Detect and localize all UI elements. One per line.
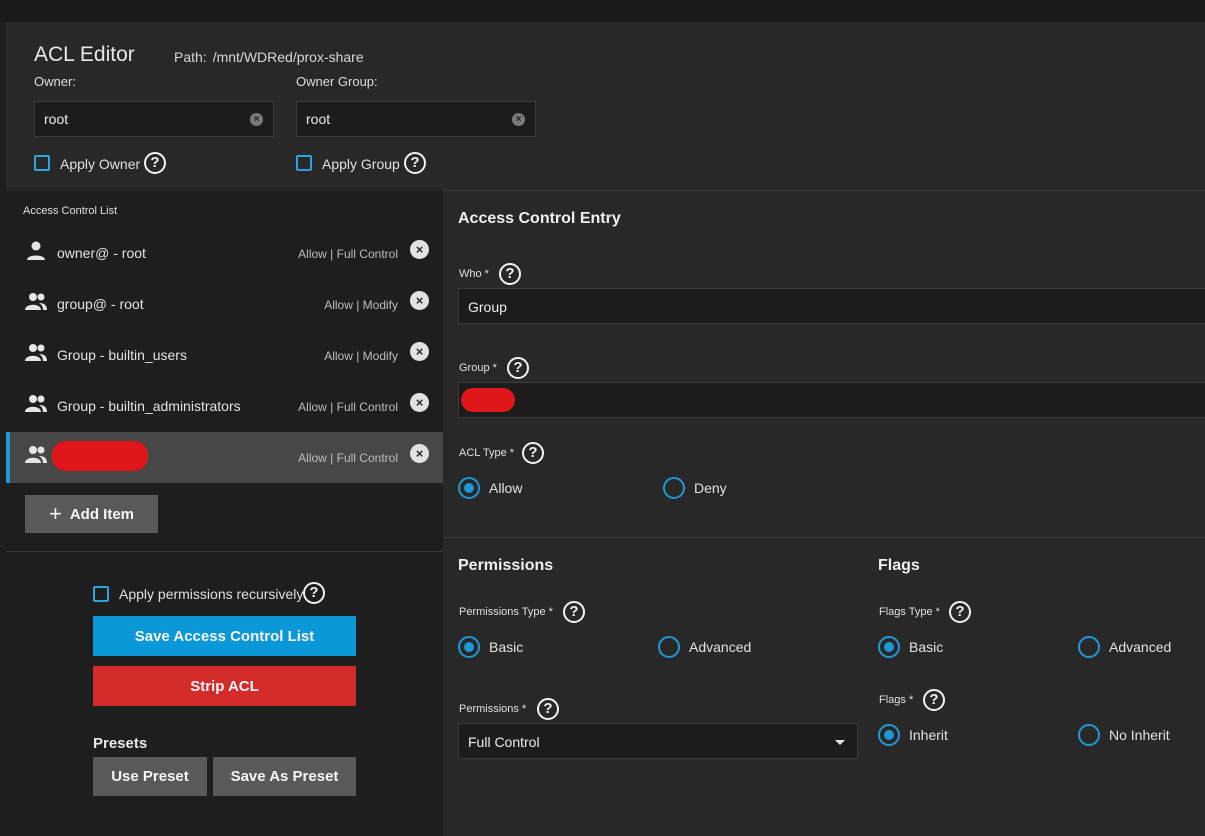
group-icon: [25, 293, 47, 310]
no-inherit-radio[interactable]: [1078, 724, 1100, 746]
owner-label: Owner:: [34, 74, 76, 89]
flags-basic-radio[interactable]: [878, 636, 900, 658]
remove-item-icon[interactable]: ×: [410, 444, 429, 463]
who-help-icon[interactable]: ?: [499, 263, 521, 285]
acl-list-title: Access Control List: [23, 205, 118, 217]
dropdown-arrow-icon: [835, 740, 845, 745]
group-icon: [25, 446, 47, 463]
permissions-type-label: Permissions Type *: [459, 606, 553, 618]
recursive-help-icon[interactable]: ?: [303, 582, 325, 604]
add-item-label: Add Item: [69, 505, 135, 523]
acl-item-selected[interactable]: Allow | Full Control ×: [6, 432, 443, 483]
remove-item-icon[interactable]: ×: [410, 291, 429, 310]
remove-item-icon[interactable]: ×: [410, 240, 429, 259]
acl-item-name: Group - builtin_administrators: [57, 398, 241, 414]
group-icon: [25, 344, 47, 361]
flags-advanced-label: Advanced: [1109, 639, 1172, 655]
acl-item[interactable]: group@ - root Allow | Modify ×: [6, 279, 443, 330]
permissions-type-help-icon[interactable]: ?: [563, 601, 585, 623]
permissions-help-icon[interactable]: ?: [537, 698, 559, 720]
use-preset-button[interactable]: Use Preset: [93, 757, 207, 796]
flags-type-help-icon[interactable]: ?: [949, 601, 971, 623]
path-value: /mnt/WDRed/prox-share: [212, 49, 364, 65]
permissions-basic-label: Basic: [489, 639, 524, 655]
allow-label: Allow: [489, 480, 523, 496]
apply-recursively-checkbox[interactable]: [93, 586, 109, 602]
save-as-preset-button[interactable]: Save As Preset: [213, 757, 356, 796]
permissions-advanced-radio[interactable]: [658, 636, 680, 658]
save-acl-button[interactable]: Save Access Control List: [93, 616, 356, 656]
who-value: Group: [468, 299, 507, 315]
header-divider: [443, 190, 1205, 191]
person-icon: [27, 241, 45, 260]
flags-title: Flags: [878, 557, 920, 574]
presets-label: Presets: [93, 735, 148, 752]
remove-item-icon[interactable]: ×: [410, 393, 429, 412]
apply-group-checkbox[interactable]: [296, 155, 312, 171]
permissions-label: Permissions *: [459, 703, 527, 715]
owner-group-value: root: [306, 111, 331, 127]
apply-group-label: Apply Group: [322, 156, 400, 172]
acl-item[interactable]: Group - builtin_users Allow | Modify ×: [6, 330, 443, 381]
permissions-title: Permissions: [458, 557, 554, 574]
permissions-value: Full Control: [468, 734, 540, 750]
redacted-group: [461, 388, 515, 412]
apply-recursively-label: Apply permissions recursively: [119, 586, 304, 602]
deny-radio[interactable]: [663, 477, 685, 499]
acl-item-name: Group - builtin_users: [57, 347, 187, 363]
flags-type-label: Flags Type *: [879, 606, 940, 618]
flags-help-icon[interactable]: ?: [923, 689, 945, 711]
allow-radio[interactable]: [458, 477, 480, 499]
flags-basic-label: Basic: [909, 639, 944, 655]
permissions-select[interactable]: Full Control: [458, 723, 858, 759]
clear-owner-icon[interactable]: ×: [250, 113, 263, 126]
group-combobox[interactable]: [458, 382, 1205, 418]
permissions-basic-radio[interactable]: [458, 636, 480, 658]
acl-item-permission: Allow | Full Control: [298, 247, 398, 261]
acl-item-name: owner@ - root: [57, 245, 146, 261]
path-display: Path: /mnt/WDRed/prox-share: [174, 49, 370, 65]
redacted-name: [52, 441, 148, 471]
deny-label: Deny: [694, 480, 727, 496]
path-label: Path:: [174, 49, 207, 65]
acl-item-permission: Allow | Full Control: [298, 451, 398, 465]
apply-group-help-icon[interactable]: ?: [404, 152, 426, 174]
top-bar: [0, 0, 1205, 22]
who-select[interactable]: Group: [458, 288, 1205, 324]
acl-type-label: ACL Type *: [459, 447, 515, 459]
owner-group-combobox[interactable]: root ×: [296, 101, 536, 137]
permissions-advanced-label: Advanced: [689, 639, 752, 655]
acl-item-permission: Allow | Modify: [324, 298, 398, 312]
group-help-icon[interactable]: ?: [507, 357, 529, 379]
remove-item-icon[interactable]: ×: [410, 342, 429, 361]
owner-value: root: [44, 111, 69, 127]
acl-item-permission: Allow | Full Control: [298, 400, 398, 414]
acl-item-name: group@ - root: [57, 296, 144, 312]
plus-icon: +: [48, 501, 62, 526]
flags-label: Flags *: [879, 694, 914, 706]
add-item-button[interactable]: + Add Item: [25, 495, 158, 533]
inherit-label: Inherit: [909, 727, 948, 743]
owner-combobox[interactable]: root ×: [34, 101, 274, 137]
owner-group-label: Owner Group:: [296, 74, 378, 89]
clear-owner-group-icon[interactable]: ×: [512, 113, 525, 126]
acl-item-permission: Allow | Modify: [324, 349, 398, 363]
entry-title: Access Control Entry: [458, 210, 621, 227]
entry-divider: [443, 537, 1205, 538]
inherit-radio[interactable]: [878, 724, 900, 746]
who-label: Who *: [459, 268, 489, 280]
no-inherit-label: No Inherit: [1109, 727, 1170, 743]
flags-advanced-radio[interactable]: [1078, 636, 1100, 658]
apply-owner-help-icon[interactable]: ?: [144, 152, 166, 174]
group-icon: [25, 395, 47, 412]
apply-owner-label: Apply Owner: [60, 156, 141, 172]
apply-owner-checkbox[interactable]: [34, 155, 50, 171]
acl-item[interactable]: owner@ - root Allow | Full Control ×: [6, 228, 443, 279]
strip-acl-button[interactable]: Strip ACL: [93, 666, 356, 706]
left-divider: [6, 551, 443, 552]
page-title: ACL Editor: [34, 43, 135, 66]
group-label: Group *: [459, 362, 497, 374]
acl-item[interactable]: Group - builtin_administrators Allow | F…: [6, 381, 443, 432]
acl-type-help-icon[interactable]: ?: [522, 442, 544, 464]
